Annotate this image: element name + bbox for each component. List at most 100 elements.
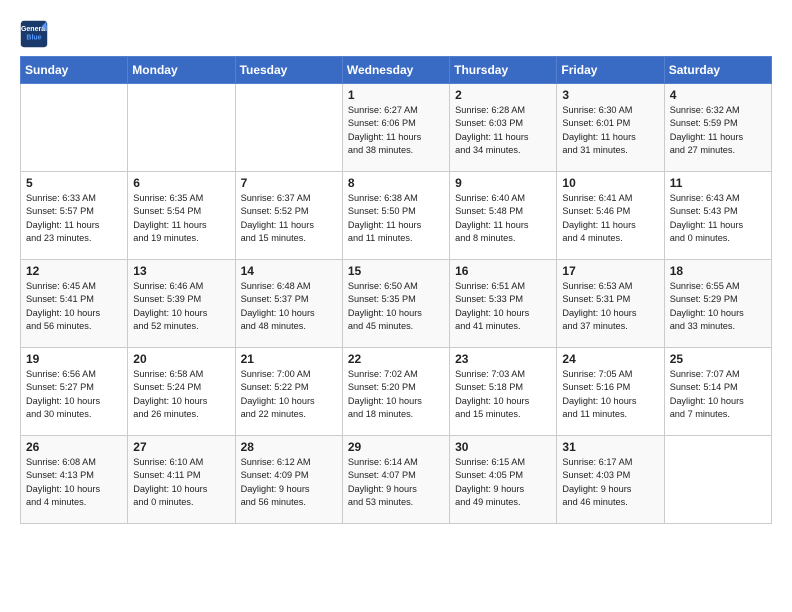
weekday-header: Monday bbox=[128, 57, 235, 84]
day-number: 23 bbox=[455, 352, 551, 366]
day-info: Sunrise: 6:50 AM Sunset: 5:35 PM Dayligh… bbox=[348, 280, 444, 333]
day-info: Sunrise: 6:55 AM Sunset: 5:29 PM Dayligh… bbox=[670, 280, 766, 333]
day-number: 28 bbox=[241, 440, 337, 454]
calendar-cell: 6 Sunrise: 6:35 AM Sunset: 5:54 PM Daylig… bbox=[128, 172, 235, 260]
day-number: 9 bbox=[455, 176, 551, 190]
calendar-cell: 19Sunrise: 6:56 AM Sunset: 5:27 PM Dayli… bbox=[21, 348, 128, 436]
day-number: 22 bbox=[348, 352, 444, 366]
calendar-cell: 2 Sunrise: 6:28 AM Sunset: 6:03 PM Daylig… bbox=[450, 84, 557, 172]
calendar-cell: 20 Sunrise: 6:58 AM Sunset: 5:24 PM Dayli… bbox=[128, 348, 235, 436]
day-number: 27 bbox=[133, 440, 229, 454]
day-number: 15 bbox=[348, 264, 444, 278]
day-number: 4 bbox=[670, 88, 766, 102]
day-info: Sunrise: 6:58 AM Sunset: 5:24 PM Dayligh… bbox=[133, 368, 229, 421]
calendar-cell: 3 Sunrise: 6:30 AM Sunset: 6:01 PM Daylig… bbox=[557, 84, 664, 172]
day-info: Sunrise: 6:30 AM Sunset: 6:01 PM Dayligh… bbox=[562, 104, 658, 157]
calendar-cell: 23 Sunrise: 7:03 AM Sunset: 5:18 PM Dayli… bbox=[450, 348, 557, 436]
day-number: 1 bbox=[348, 88, 444, 102]
day-number: 2 bbox=[455, 88, 551, 102]
weekday-header: Saturday bbox=[664, 57, 771, 84]
weekday-header: Friday bbox=[557, 57, 664, 84]
weekday-header: Wednesday bbox=[342, 57, 449, 84]
calendar-cell: 8Sunrise: 6:38 AM Sunset: 5:50 PM Daylig… bbox=[342, 172, 449, 260]
calendar-header: SundayMondayTuesdayWednesdayThursdayFrid… bbox=[21, 57, 772, 84]
calendar-cell: 1Sunrise: 6:27 AM Sunset: 6:06 PM Daylig… bbox=[342, 84, 449, 172]
day-info: Sunrise: 6:46 AM Sunset: 5:39 PM Dayligh… bbox=[133, 280, 229, 333]
day-info: Sunrise: 6:56 AM Sunset: 5:27 PM Dayligh… bbox=[26, 368, 122, 421]
day-number: 7 bbox=[241, 176, 337, 190]
day-info: Sunrise: 6:17 AM Sunset: 4:03 PM Dayligh… bbox=[562, 456, 658, 509]
day-info: Sunrise: 6:41 AM Sunset: 5:46 PM Dayligh… bbox=[562, 192, 658, 245]
day-number: 5 bbox=[26, 176, 122, 190]
day-info: Sunrise: 6:15 AM Sunset: 4:05 PM Dayligh… bbox=[455, 456, 551, 509]
day-number: 17 bbox=[562, 264, 658, 278]
day-number: 20 bbox=[133, 352, 229, 366]
calendar-week-row: 1Sunrise: 6:27 AM Sunset: 6:06 PM Daylig… bbox=[21, 84, 772, 172]
day-info: Sunrise: 6:10 AM Sunset: 4:11 PM Dayligh… bbox=[133, 456, 229, 509]
calendar-week-row: 19Sunrise: 6:56 AM Sunset: 5:27 PM Dayli… bbox=[21, 348, 772, 436]
calendar-cell: 17 Sunrise: 6:53 AM Sunset: 5:31 PM Dayli… bbox=[557, 260, 664, 348]
day-info: Sunrise: 6:51 AM Sunset: 5:33 PM Dayligh… bbox=[455, 280, 551, 333]
weekday-header: Tuesday bbox=[235, 57, 342, 84]
calendar-cell: 14 Sunrise: 6:48 AM Sunset: 5:37 PM Dayli… bbox=[235, 260, 342, 348]
calendar-cell: 16Sunrise: 6:51 AM Sunset: 5:33 PM Dayli… bbox=[450, 260, 557, 348]
day-info: Sunrise: 7:07 AM Sunset: 5:14 PM Dayligh… bbox=[670, 368, 766, 421]
day-number: 14 bbox=[241, 264, 337, 278]
day-info: Sunrise: 7:00 AM Sunset: 5:22 PM Dayligh… bbox=[241, 368, 337, 421]
header: General Blue bbox=[20, 16, 772, 48]
calendar-cell: 31 Sunrise: 6:17 AM Sunset: 4:03 PM Dayli… bbox=[557, 436, 664, 524]
day-number: 3 bbox=[562, 88, 658, 102]
calendar-week-row: 26Sunrise: 6:08 AM Sunset: 4:13 PM Dayli… bbox=[21, 436, 772, 524]
page-container: General Blue SundayMondayTuesdayWednesda… bbox=[0, 0, 792, 534]
day-number: 6 bbox=[133, 176, 229, 190]
day-info: Sunrise: 6:35 AM Sunset: 5:54 PM Dayligh… bbox=[133, 192, 229, 245]
calendar-cell: 10 Sunrise: 6:41 AM Sunset: 5:46 PM Dayli… bbox=[557, 172, 664, 260]
day-number: 8 bbox=[348, 176, 444, 190]
calendar-cell: 13 Sunrise: 6:46 AM Sunset: 5:39 PM Dayli… bbox=[128, 260, 235, 348]
calendar-cell: 24 Sunrise: 7:05 AM Sunset: 5:16 PM Dayli… bbox=[557, 348, 664, 436]
calendar-cell: 9Sunrise: 6:40 AM Sunset: 5:48 PM Daylig… bbox=[450, 172, 557, 260]
calendar-cell: 7 Sunrise: 6:37 AM Sunset: 5:52 PM Daylig… bbox=[235, 172, 342, 260]
calendar-cell: 27 Sunrise: 6:10 AM Sunset: 4:11 PM Dayli… bbox=[128, 436, 235, 524]
day-info: Sunrise: 6:37 AM Sunset: 5:52 PM Dayligh… bbox=[241, 192, 337, 245]
weekday-header: Thursday bbox=[450, 57, 557, 84]
calendar-cell: 28 Sunrise: 6:12 AM Sunset: 4:09 PM Dayli… bbox=[235, 436, 342, 524]
calendar-week-row: 12Sunrise: 6:45 AM Sunset: 5:41 PM Dayli… bbox=[21, 260, 772, 348]
calendar-cell: 26Sunrise: 6:08 AM Sunset: 4:13 PM Dayli… bbox=[21, 436, 128, 524]
day-info: Sunrise: 6:48 AM Sunset: 5:37 PM Dayligh… bbox=[241, 280, 337, 333]
calendar-cell: 21 Sunrise: 7:00 AM Sunset: 5:22 PM Dayli… bbox=[235, 348, 342, 436]
day-info: Sunrise: 6:33 AM Sunset: 5:57 PM Dayligh… bbox=[26, 192, 122, 245]
day-number: 10 bbox=[562, 176, 658, 190]
calendar-cell bbox=[235, 84, 342, 172]
day-info: Sunrise: 6:53 AM Sunset: 5:31 PM Dayligh… bbox=[562, 280, 658, 333]
day-info: Sunrise: 6:28 AM Sunset: 6:03 PM Dayligh… bbox=[455, 104, 551, 157]
day-number: 24 bbox=[562, 352, 658, 366]
day-info: Sunrise: 6:12 AM Sunset: 4:09 PM Dayligh… bbox=[241, 456, 337, 509]
day-info: Sunrise: 7:03 AM Sunset: 5:18 PM Dayligh… bbox=[455, 368, 551, 421]
day-number: 26 bbox=[26, 440, 122, 454]
logo: General Blue bbox=[20, 20, 50, 48]
logo-icon: General Blue bbox=[20, 20, 48, 48]
day-info: Sunrise: 7:05 AM Sunset: 5:16 PM Dayligh… bbox=[562, 368, 658, 421]
day-info: Sunrise: 7:02 AM Sunset: 5:20 PM Dayligh… bbox=[348, 368, 444, 421]
day-info: Sunrise: 6:45 AM Sunset: 5:41 PM Dayligh… bbox=[26, 280, 122, 333]
calendar-cell: 11 Sunrise: 6:43 AM Sunset: 5:43 PM Dayli… bbox=[664, 172, 771, 260]
calendar-table: SundayMondayTuesdayWednesdayThursdayFrid… bbox=[20, 56, 772, 524]
day-number: 21 bbox=[241, 352, 337, 366]
calendar-cell: 18 Sunrise: 6:55 AM Sunset: 5:29 PM Dayli… bbox=[664, 260, 771, 348]
day-number: 25 bbox=[670, 352, 766, 366]
day-number: 30 bbox=[455, 440, 551, 454]
calendar-cell bbox=[128, 84, 235, 172]
day-number: 13 bbox=[133, 264, 229, 278]
day-number: 11 bbox=[670, 176, 766, 190]
calendar-cell bbox=[664, 436, 771, 524]
weekday-header: Sunday bbox=[21, 57, 128, 84]
calendar-cell: 22 Sunrise: 7:02 AM Sunset: 5:20 PM Dayli… bbox=[342, 348, 449, 436]
svg-text:Blue: Blue bbox=[26, 34, 41, 41]
day-number: 29 bbox=[348, 440, 444, 454]
day-number: 31 bbox=[562, 440, 658, 454]
day-info: Sunrise: 6:43 AM Sunset: 5:43 PM Dayligh… bbox=[670, 192, 766, 245]
day-number: 18 bbox=[670, 264, 766, 278]
day-info: Sunrise: 6:14 AM Sunset: 4:07 PM Dayligh… bbox=[348, 456, 444, 509]
calendar-cell bbox=[21, 84, 128, 172]
